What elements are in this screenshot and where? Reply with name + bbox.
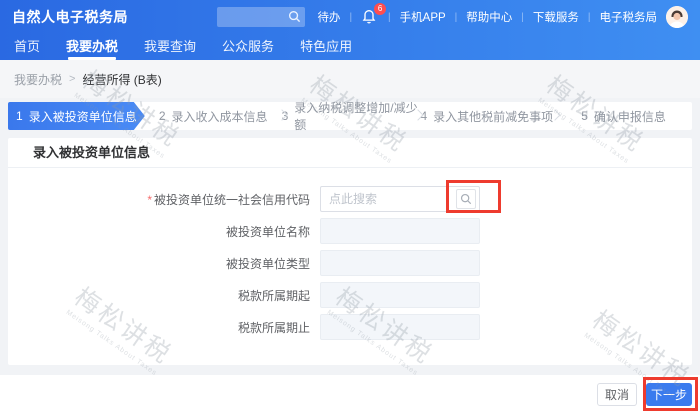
nav-item-inquiry[interactable]: 我要查询 xyxy=(144,36,196,60)
step-label: 录入其他税前减免事项 xyxy=(433,108,553,125)
header-link-help-center[interactable]: 帮助中心 xyxy=(466,9,512,25)
step-3-tax-adjustment[interactable]: 3 录入纳税调整增加/减少额 xyxy=(282,102,419,130)
nav-item-featured-apps[interactable]: 特色应用 xyxy=(300,36,352,60)
required-asterisk: * xyxy=(147,193,152,207)
nav-item-public-service[interactable]: 公众服务 xyxy=(222,36,274,60)
step-number: 5 xyxy=(581,109,588,123)
tax-period-end-input[interactable] xyxy=(320,314,480,340)
step-label: 录入被投资单位信息 xyxy=(29,108,137,125)
header-link-todo[interactable]: 待办 xyxy=(317,9,340,25)
step-2-income-cost[interactable]: 2 录入收入成本信息 xyxy=(145,102,282,130)
breadcrumb: 我要办税 > 经营所得 (B表) xyxy=(0,60,700,98)
step-4-other-deductions[interactable]: 4 录入其他税前减免事项 xyxy=(418,102,555,130)
step-5-confirm[interactable]: 5 确认申报信息 xyxy=(555,102,692,130)
divider: | xyxy=(521,12,524,23)
page: 自然人电子税务局 待办 | 6 xyxy=(0,0,700,413)
form-row-investee-type: 被投资单位类型 xyxy=(8,250,692,276)
field-label: *被投资单位统一社会信用代码 xyxy=(8,191,310,208)
credit-code-input[interactable] xyxy=(321,192,456,206)
main-nav: 首页 我要办税 我要查询 公众服务 特色应用 xyxy=(0,34,700,60)
form-row-tax-period-end: 税款所属期止 xyxy=(8,314,692,340)
field-label: 税款所属期止 xyxy=(8,319,310,336)
breadcrumb-parent[interactable]: 我要办税 xyxy=(14,71,62,88)
step-label: 录入纳税调整增加/减少额 xyxy=(294,99,418,133)
divider: | xyxy=(455,12,458,23)
investee-name-input[interactable] xyxy=(320,218,480,244)
app-header: 自然人电子税务局 待办 | 6 xyxy=(0,0,700,60)
step-number: 2 xyxy=(159,109,166,123)
step-wizard: 1 录入被投资单位信息 2 录入收入成本信息 3 录入纳税调整增加/减少额 4 … xyxy=(8,102,692,130)
cancel-button[interactable]: 取消 xyxy=(597,383,637,406)
nav-item-tax-handling[interactable]: 我要办税 xyxy=(66,36,118,60)
app-title: 自然人电子税务局 xyxy=(12,7,128,27)
investee-type-input[interactable] xyxy=(320,250,480,276)
field-label: 被投资单位类型 xyxy=(8,255,310,272)
search-icon xyxy=(460,193,472,205)
divider: | xyxy=(388,12,391,23)
divider: | xyxy=(588,12,591,23)
step-label: 录入收入成本信息 xyxy=(172,108,268,125)
breadcrumb-separator: > xyxy=(69,73,75,85)
action-footer: 取消 下一步 xyxy=(0,375,700,413)
form-row-tax-period-start: 税款所属期起 xyxy=(8,282,692,308)
field-label: 税款所属期起 xyxy=(8,287,310,304)
nav-item-home[interactable]: 首页 xyxy=(14,36,40,60)
field-search-button[interactable] xyxy=(456,189,476,209)
top-bar: 自然人电子税务局 待办 | 6 xyxy=(0,0,700,34)
form-row-credit-code: *被投资单位统一社会信用代码 xyxy=(8,186,692,212)
form-row-investee-name: 被投资单位名称 xyxy=(8,218,692,244)
breadcrumb-current: 经营所得 (B表) xyxy=(82,71,161,88)
header-link-mobile-app[interactable]: 手机APP xyxy=(400,9,446,25)
section-title: 录入被投资单位信息 xyxy=(8,138,692,168)
step-1-investee-info[interactable]: 1 录入被投资单位信息 xyxy=(8,102,145,130)
next-step-button[interactable]: 下一步 xyxy=(646,383,692,406)
user-avatar[interactable] xyxy=(666,6,688,28)
form-card: 录入被投资单位信息 *被投资单位统一社会信用代码 被投资单位名称 xyxy=(8,138,692,365)
header-search xyxy=(217,7,305,27)
avatar-icon xyxy=(666,6,688,28)
header-link-download[interactable]: 下载服务 xyxy=(533,9,579,25)
credit-code-field xyxy=(320,186,480,212)
step-label: 确认申报信息 xyxy=(594,108,666,125)
divider: | xyxy=(349,12,352,23)
field-label: 被投资单位名称 xyxy=(8,223,310,240)
header-link-etax-bureau[interactable]: 电子税务局 xyxy=(600,9,658,25)
header-links: 待办 | 6 | 手机APP | 帮助中心 | 下载服务 | 电子税务局 xyxy=(317,6,688,28)
notification-badge: 6 xyxy=(374,3,386,15)
search-icon xyxy=(288,10,301,28)
tax-period-start-input[interactable] xyxy=(320,282,480,308)
step-number: 1 xyxy=(16,109,23,123)
notification-bell[interactable]: 6 xyxy=(361,8,379,26)
investee-form: *被投资单位统一社会信用代码 被投资单位名称 被投资单位类型 xyxy=(8,168,692,340)
